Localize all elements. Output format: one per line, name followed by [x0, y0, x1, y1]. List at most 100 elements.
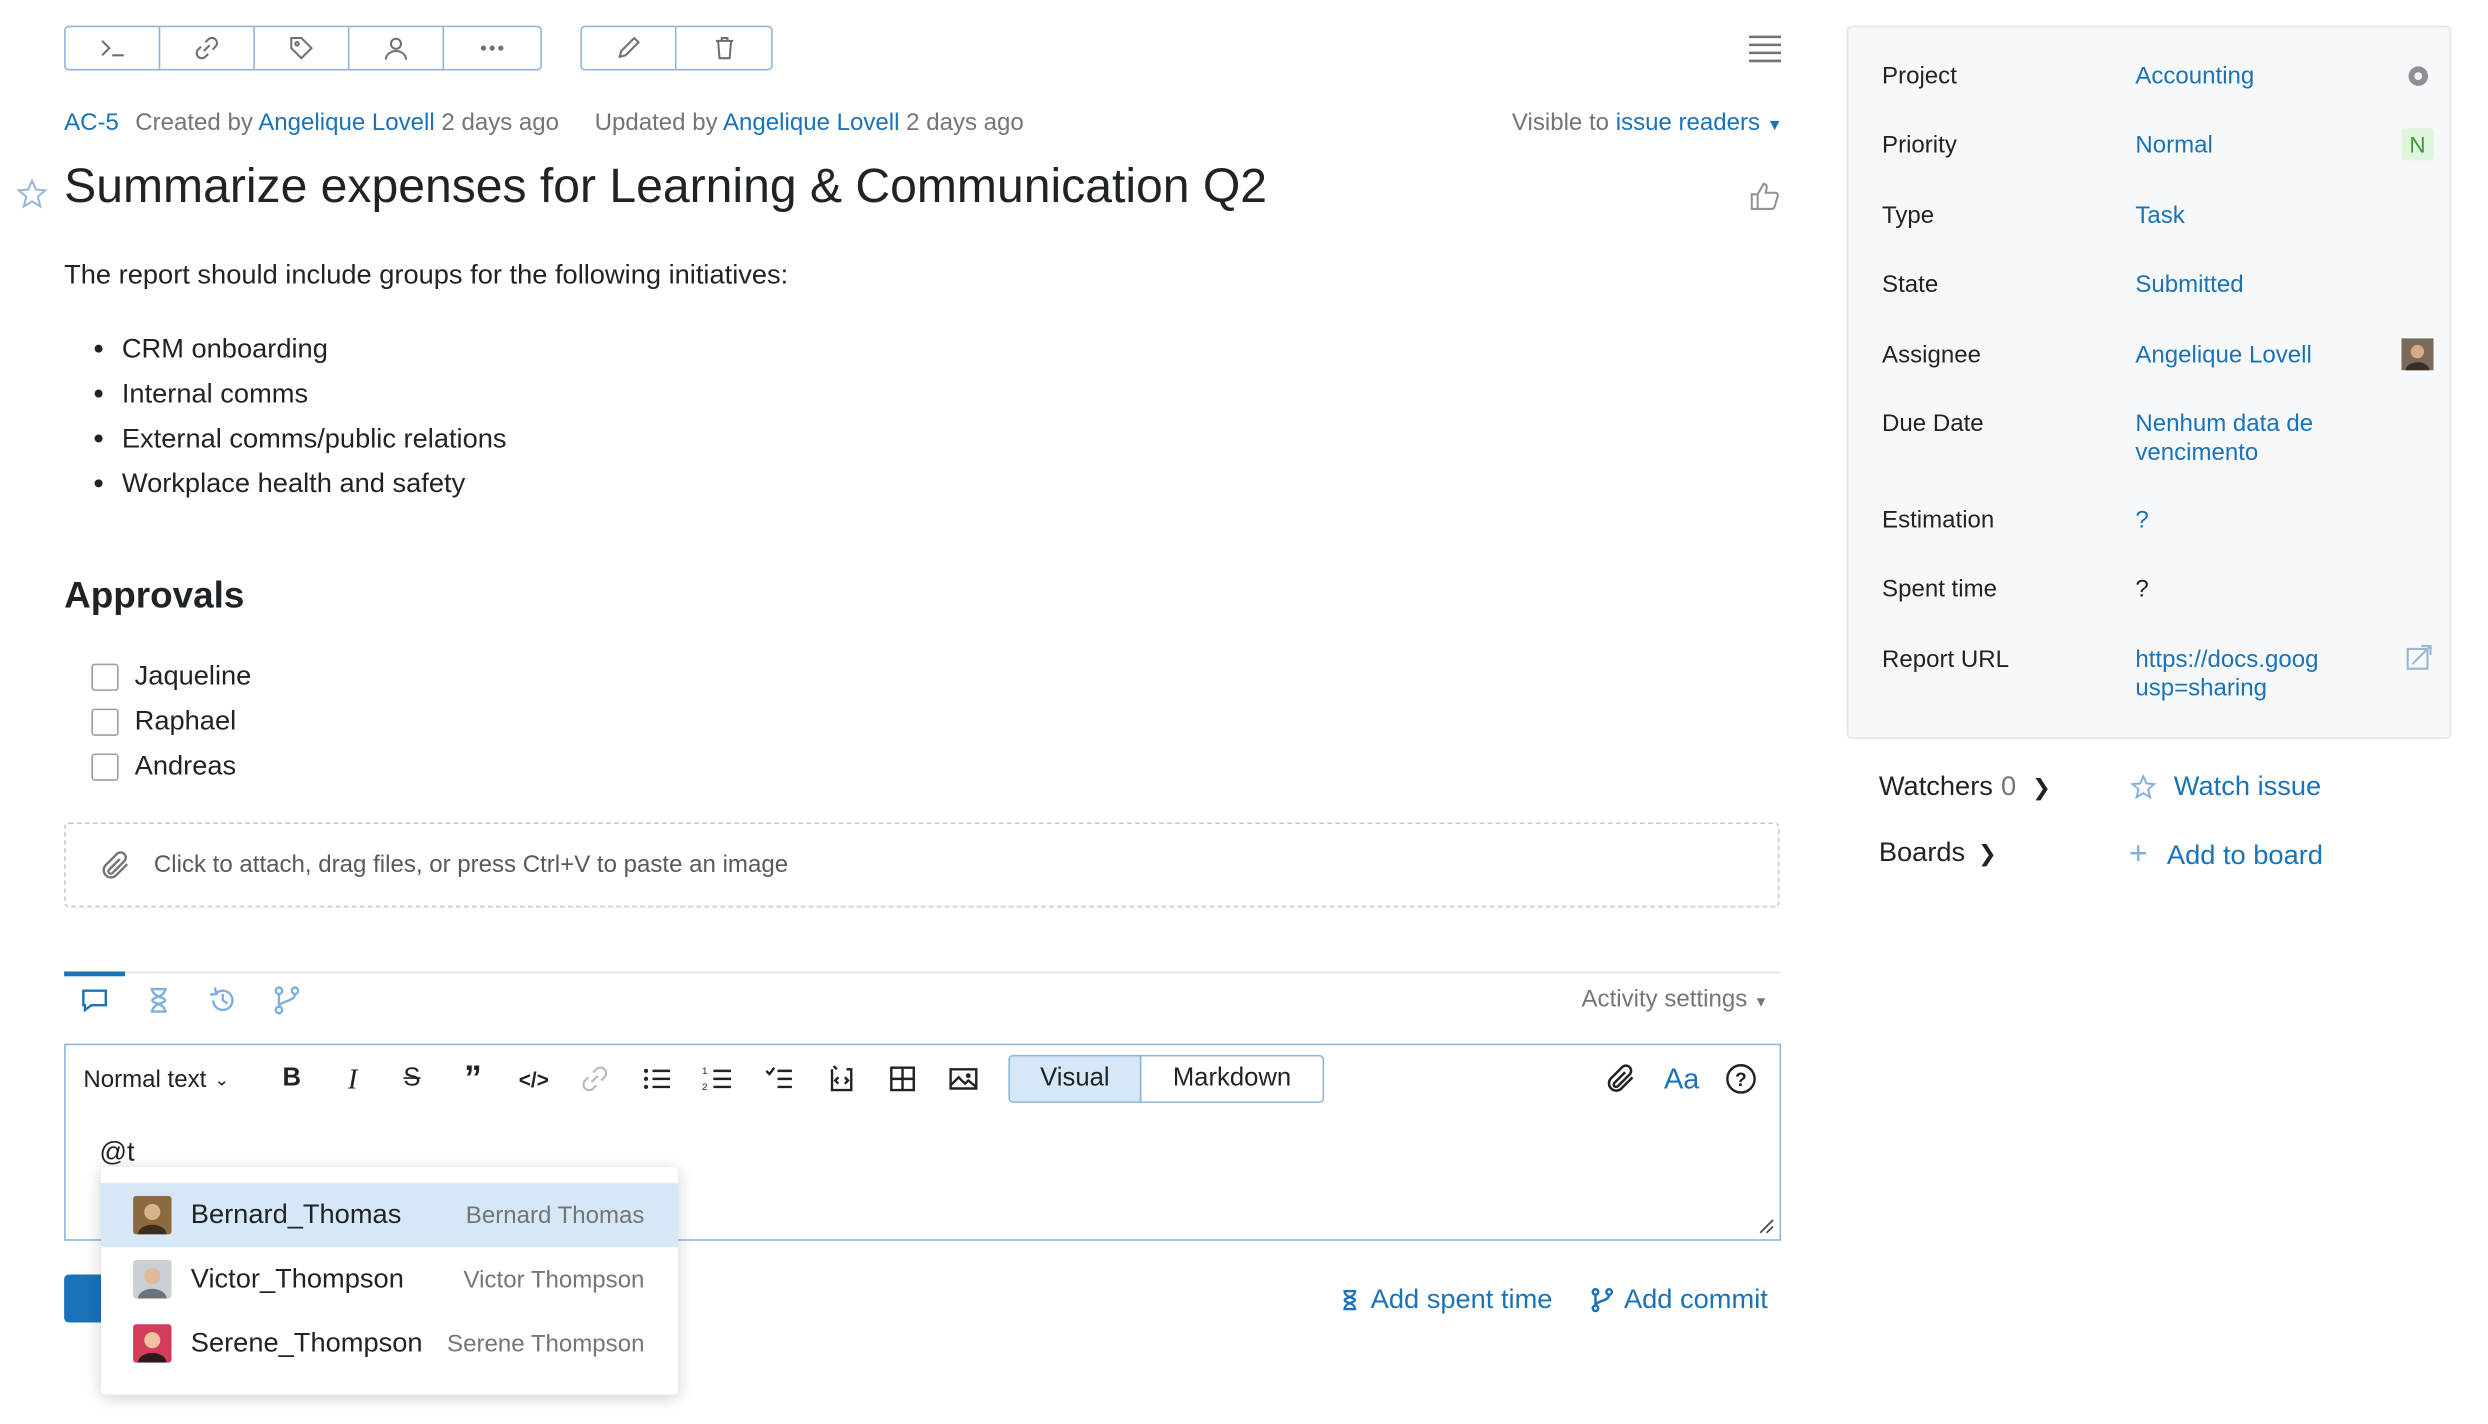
approvals-heading: Approvals [64, 573, 245, 616]
checkbox-label: Raphael [134, 705, 237, 736]
issue-id[interactable]: AC-5 [64, 109, 119, 136]
approval-checkbox-item[interactable]: Raphael [91, 705, 236, 737]
field-label: State [1882, 270, 1939, 299]
estimation-value[interactable]: ? [2135, 507, 2148, 536]
avatar [133, 1195, 172, 1235]
checkbox[interactable] [91, 662, 119, 691]
font-settings-button[interactable]: Aa [1664, 1061, 1699, 1096]
field-label: Due Date [1882, 410, 1984, 438]
visibility-dropdown[interactable]: issue readers [1616, 109, 1760, 136]
chevron-down-icon: ⌄ [214, 1070, 230, 1090]
mention-option[interactable]: Serene_Thompson Serene Thompson [101, 1311, 678, 1375]
checkbox-label: Andreas [134, 750, 237, 781]
paperclip-icon[interactable] [1603, 1061, 1638, 1096]
bullet-list-icon[interactable] [641, 1061, 673, 1096]
strikethrough-icon: S [403, 1064, 421, 1092]
link-icon[interactable] [579, 1061, 611, 1096]
command-icon [101, 40, 124, 57]
due-date-value[interactable]: Nenhum data de vencimento [2135, 410, 2313, 468]
bold-button[interactable]: B [277, 1061, 306, 1096]
format-select[interactable]: Normal text ⌄ [83, 1061, 229, 1096]
resize-handle-icon[interactable] [1755, 1215, 1774, 1234]
link-issue-button[interactable] [160, 27, 255, 69]
due-date-line: vencimento [2135, 439, 2259, 467]
updated-prefix: Updated by [594, 109, 718, 137]
star-icon[interactable] [14, 176, 49, 211]
visual-mode-button[interactable]: Visual [1008, 1054, 1142, 1103]
updated-by-link[interactable]: Angelique Lovell [723, 109, 899, 136]
activity-settings-label: Activity settings [1581, 985, 1748, 1014]
help-icon[interactable]: ? [1725, 1061, 1757, 1096]
attach-dropzone[interactable]: Click to attach, drag files, or press Ct… [64, 822, 1780, 908]
add-commit-label: Add commit [1623, 1284, 1768, 1315]
add-to-board-button[interactable]: + Add to board [2129, 837, 2323, 874]
menu-icon[interactable] [1747, 34, 1782, 66]
type-value[interactable]: Task [2135, 202, 2184, 231]
add-spent-time-link[interactable]: Add spent time [1337, 1284, 1552, 1316]
checkbox-label: Jaqueline [134, 660, 252, 691]
gear-icon[interactable] [2406, 64, 2430, 88]
chevron-right-icon: ❯ [2032, 773, 2051, 800]
checkbox[interactable] [91, 752, 119, 780]
updated-ago: 2 days ago [906, 109, 1024, 137]
watchers-toggle[interactable]: Watchers 0 ❯ [1879, 771, 2051, 803]
edit-button[interactable] [582, 27, 677, 69]
avatar [2401, 338, 2434, 371]
boards-toggle[interactable]: Boards ❯ [1879, 837, 1997, 869]
chevron-right-icon: ❯ [1978, 839, 1997, 865]
issue-fields-panel: Project Accounting Priority Normal N Typ… [1846, 25, 2452, 740]
assignee-value[interactable]: Angelique Lovell [2135, 341, 2311, 370]
tab-history[interactable] [192, 979, 253, 1021]
tab-vcs[interactable] [256, 979, 317, 1021]
add-commit-link[interactable]: Add commit [1589, 1284, 1768, 1316]
visual-mode-label: Visual [1040, 1064, 1110, 1092]
tag-button[interactable] [255, 27, 350, 69]
activity-settings[interactable]: Activity settings ▼ [1582, 986, 1769, 1013]
thumbs-up-icon[interactable] [1747, 180, 1782, 215]
due-date-line: Nenhum data de [2135, 410, 2314, 438]
list-item: CRM onboarding [122, 327, 507, 372]
code-block-icon[interactable] [826, 1061, 858, 1096]
tag-icon [290, 36, 313, 60]
created-by-link[interactable]: Angelique Lovell [258, 109, 434, 136]
report-url-line: https://docs.goog [2135, 646, 2319, 674]
checkbox[interactable] [91, 707, 119, 736]
list-item: External comms/public relations [122, 417, 507, 462]
star-icon [2130, 773, 2157, 800]
markdown-mode-button[interactable]: Markdown [1139, 1054, 1325, 1103]
mention-login: Serene_Thompson [190, 1327, 423, 1358]
format-select-value: Normal text [83, 1065, 207, 1093]
mention-option[interactable]: Victor_Thompson Victor Thompson [101, 1247, 678, 1311]
mention-option[interactable]: Bernard_Thomas Bernard Thomas [100, 1183, 679, 1248]
assign-user-button[interactable] [349, 27, 445, 69]
checklist-icon[interactable] [763, 1061, 795, 1096]
attach-hint: Click to attach, drag files, or press Ct… [153, 851, 789, 879]
approval-checkbox-item[interactable]: Andreas [91, 750, 236, 782]
tab-spent-time[interactable] [128, 979, 189, 1021]
priority-value[interactable]: Normal [2135, 131, 2213, 160]
quote-button[interactable]: ” [458, 1058, 487, 1098]
state-value[interactable]: Submitted [2135, 271, 2243, 300]
command-button[interactable] [66, 27, 161, 69]
open-link-icon[interactable] [2405, 643, 2435, 673]
italic-button[interactable]: I [338, 1061, 367, 1096]
mention-name: Serene Thompson [447, 1329, 645, 1358]
more-button[interactable] [444, 27, 539, 69]
image-icon[interactable] [947, 1061, 979, 1096]
report-url-value[interactable]: https://docs.goog usp=sharing [2135, 646, 2331, 704]
watch-issue-button[interactable]: Watch issue [2129, 771, 2321, 803]
table-icon[interactable] [887, 1061, 919, 1096]
comment-input-text[interactable]: @t [99, 1137, 134, 1169]
code-button[interactable]: </> [515, 1061, 553, 1096]
strikethrough-button[interactable]: S [398, 1061, 427, 1096]
tab-comments[interactable] [64, 979, 125, 1021]
approval-checkbox-item[interactable]: Jaqueline [91, 660, 251, 692]
created-prefix: Created by [135, 109, 253, 137]
initiatives-list: CRM onboarding Internal comms External c… [64, 327, 507, 507]
field-label: Report URL [1882, 646, 2010, 674]
project-value[interactable]: Accounting [2135, 63, 2254, 92]
edit-toolbar [580, 25, 773, 71]
numbered-list-icon[interactable]: 12 [702, 1061, 734, 1096]
font-settings-label: Aa [1663, 1062, 1700, 1095]
delete-button[interactable] [677, 27, 772, 69]
